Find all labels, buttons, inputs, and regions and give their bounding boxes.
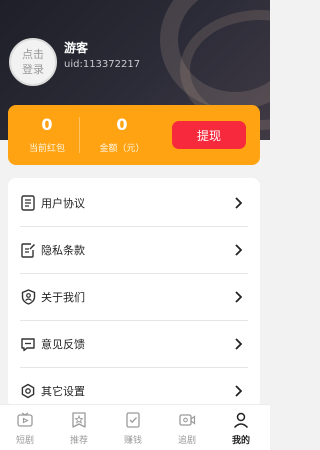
tab-label: 追剧 <box>177 436 196 446</box>
tab-earn[interactable]: 赚钱 <box>106 411 160 450</box>
red-packet-stat[interactable]: 0 当前红包 <box>24 115 70 154</box>
tab-label: 短剧 <box>15 436 34 446</box>
tv-icon <box>17 412 33 427</box>
amount-stat[interactable]: 0 金额（元） <box>92 115 152 154</box>
red-packet-label: 当前红包 <box>28 144 65 154</box>
star-badge-icon <box>72 412 86 428</box>
chevron-right-icon <box>235 244 242 256</box>
red-packet-value: 0 <box>41 115 53 134</box>
menu-item-other-settings[interactable]: 其它设置 <box>8 368 260 408</box>
tab-label: 我的 <box>231 436 250 446</box>
user-name: 游客 <box>64 41 89 55</box>
amount-label: 金额（元） <box>99 144 145 154</box>
edit-document-icon <box>20 242 36 258</box>
withdraw-button[interactable]: 提现 <box>172 121 246 149</box>
tab-label: 推荐 <box>69 436 88 446</box>
tab-label: 赚钱 <box>123 436 142 446</box>
gear-icon <box>20 383 36 399</box>
menu-item-label: 其它设置 <box>41 385 85 398</box>
tab-mine[interactable]: 我的 <box>214 411 268 450</box>
message-icon <box>20 336 36 352</box>
user-uid: uid:113372217 <box>64 59 141 70</box>
document-icon <box>20 195 36 211</box>
settings-menu: 用户协议 隐私条款 关于我们 意见反馈 其它设置 <box>8 178 260 408</box>
shield-user-icon <box>20 289 36 305</box>
wallet-card: 0 当前红包 0 金额（元） 提现 <box>8 105 260 165</box>
wallet-divider <box>79 117 80 153</box>
tab-follow-drama[interactable]: 追剧 <box>160 411 214 450</box>
person-icon <box>233 412 249 429</box>
chevron-right-icon <box>235 291 242 303</box>
chevron-right-icon <box>235 338 242 350</box>
menu-item-feedback[interactable]: 意见反馈 <box>8 321 260 367</box>
video-icon <box>179 414 196 426</box>
menu-item-user-agreement[interactable]: 用户协议 <box>8 180 260 226</box>
avatar-login-text: 点击登录 <box>22 48 44 76</box>
menu-item-label: 用户协议 <box>41 197 85 210</box>
menu-item-privacy-policy[interactable]: 隐私条款 <box>8 227 260 273</box>
amount-value: 0 <box>116 115 128 134</box>
menu-item-label: 隐私条款 <box>41 244 85 257</box>
tab-recommend[interactable]: 推荐 <box>52 411 106 450</box>
chevron-right-icon <box>235 197 242 209</box>
tab-short-drama[interactable]: 短剧 <box>0 411 52 450</box>
menu-item-label: 关于我们 <box>41 291 85 304</box>
menu-item-about-us[interactable]: 关于我们 <box>8 274 260 320</box>
login-avatar-button[interactable]: 点击登录 <box>9 38 57 86</box>
menu-item-label: 意见反馈 <box>41 338 85 351</box>
chevron-right-icon <box>235 385 242 397</box>
checklist-icon <box>126 412 140 428</box>
bottom-tab-bar: 短剧 推荐 赚钱 追剧 我的 <box>0 404 270 450</box>
